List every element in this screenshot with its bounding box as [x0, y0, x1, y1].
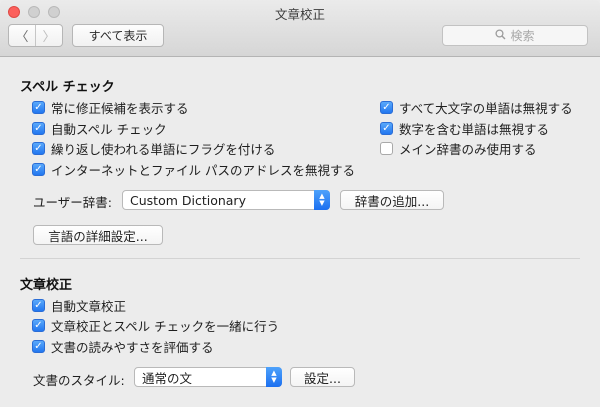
popup-arrows-icon: ▲ ▼	[314, 190, 330, 210]
checkbox-readability-stats[interactable]: ✓ 文書の読みやすさを評価する	[32, 337, 214, 356]
checkbox-label: 数字を含む単語は無視する	[399, 122, 550, 137]
search-placeholder: 検索	[510, 29, 535, 43]
add-dictionary-button[interactable]: 辞書の追加...	[340, 190, 444, 210]
window-toolbar: 文章校正 〈 〉 すべて表示 検索	[0, 0, 600, 57]
checkbox-auto-spell-check[interactable]: ✓ 自動スペル チェック	[32, 119, 167, 138]
checkbox-checked-icon: ✓	[32, 163, 45, 176]
checkbox-grammar-with-spelling[interactable]: ✓ 文章校正とスペル チェックを一緒に行う	[32, 316, 279, 335]
user-dictionary-value: Custom Dictionary	[130, 192, 246, 208]
checkbox-label: インターネットとファイル パスのアドレスを無視する	[51, 163, 355, 178]
spelling-section-heading: スペル チェック	[20, 80, 115, 95]
checkbox-unchecked-icon	[380, 142, 393, 155]
checkbox-checked-icon: ✓	[32, 319, 45, 332]
checkbox-main-dictionary-only[interactable]: メイン辞書のみ使用する	[380, 139, 537, 158]
chevron-right-icon: 〉	[42, 30, 56, 45]
grammar-section-heading: 文章校正	[20, 278, 73, 293]
navigation-button-group: 〈 〉	[8, 24, 63, 47]
checkbox-ignore-words-with-numbers[interactable]: ✓ 数字を含む単語は無視する	[380, 119, 549, 138]
user-dictionary-popup[interactable]: Custom Dictionary ▲ ▼	[122, 190, 330, 210]
writing-style-value: 通常の文	[142, 370, 193, 386]
checkbox-label: 自動文章校正	[51, 299, 127, 314]
checkbox-checked-icon: ✓	[32, 101, 45, 114]
checkbox-label: すべて大文字の単語は無視する	[399, 101, 573, 116]
checkbox-checked-icon: ✓	[32, 299, 45, 312]
checkbox-flag-repeated-words[interactable]: ✓ 繰り返し使われる単語にフラグを付ける	[32, 139, 275, 158]
checkbox-label: 文章校正とスペル チェックを一緒に行う	[51, 319, 280, 334]
checkbox-ignore-uppercase[interactable]: ✓ すべて大文字の単語は無視する	[380, 98, 573, 117]
popup-arrows-icon: ▲ ▼	[266, 367, 282, 387]
checkbox-label: 自動スペル チェック	[51, 122, 167, 137]
language-settings-button[interactable]: 言語の詳細設定...	[33, 225, 163, 245]
checkbox-checked-icon: ✓	[32, 340, 45, 353]
checkbox-checked-icon: ✓	[32, 122, 45, 135]
checkbox-checked-icon: ✓	[380, 101, 393, 114]
chevron-left-icon: 〈	[15, 30, 29, 45]
checkbox-checked-icon: ✓	[32, 142, 45, 155]
search-field[interactable]: 検索	[442, 25, 588, 46]
checkbox-label: メイン辞書のみ使用する	[399, 142, 537, 157]
section-divider	[20, 258, 580, 259]
user-dictionary-label: ユーザー辞書:	[33, 195, 112, 210]
checkbox-checked-icon: ✓	[380, 122, 393, 135]
proofing-preferences-window: 文章校正 〈 〉 すべて表示 検索 スペル チェック ✓ 常に修正候補を表示する…	[0, 0, 600, 407]
grammar-settings-button[interactable]: 設定...	[290, 367, 355, 387]
search-icon	[495, 28, 506, 43]
show-all-button[interactable]: すべて表示	[72, 24, 164, 47]
checkbox-always-suggest[interactable]: ✓ 常に修正候補を表示する	[32, 98, 189, 117]
writing-style-label: 文書のスタイル:	[33, 373, 125, 388]
writing-style-popup[interactable]: 通常の文 ▲ ▼	[134, 367, 282, 387]
checkbox-label: 文書の読みやすさを評価する	[51, 340, 214, 355]
checkbox-ignore-internet-addresses[interactable]: ✓ インターネットとファイル パスのアドレスを無視する	[32, 160, 355, 179]
forward-button[interactable]: 〉	[35, 25, 62, 46]
window-title: 文章校正	[274, 7, 325, 22]
checkbox-label: 繰り返し使われる単語にフラグを付ける	[51, 142, 276, 157]
back-button[interactable]: 〈	[9, 25, 35, 46]
checkbox-label: 常に修正候補を表示する	[51, 101, 189, 116]
checkbox-auto-grammar[interactable]: ✓ 自動文章校正	[32, 296, 126, 315]
